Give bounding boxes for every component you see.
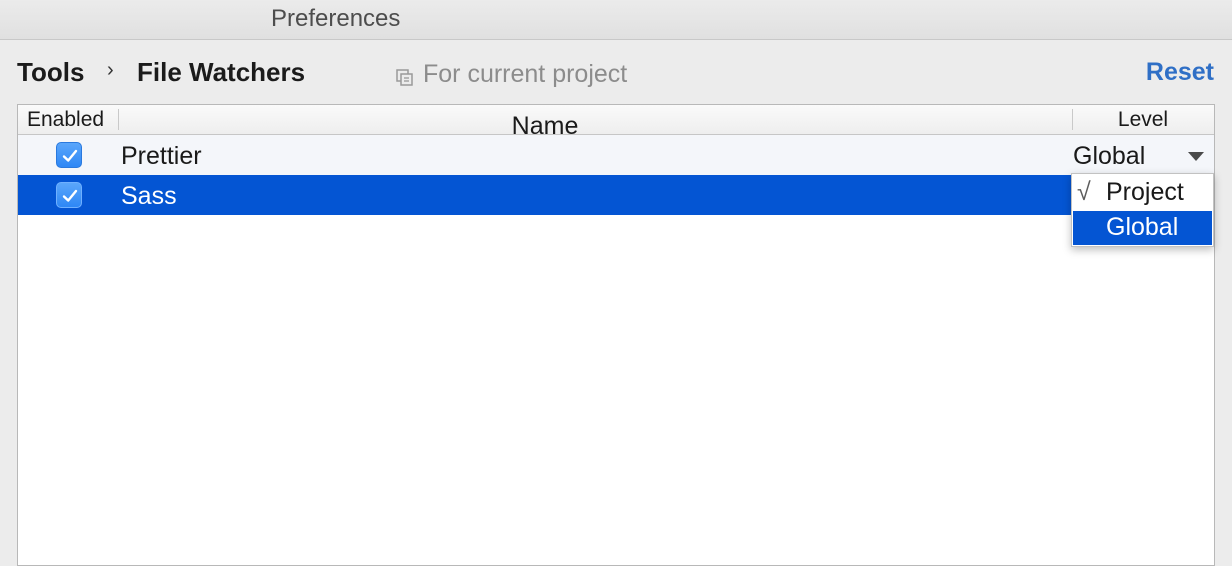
- table-row-sass[interactable]: Sass: [18, 175, 1214, 215]
- table-row-prettier[interactable]: Prettier Global: [18, 135, 1214, 175]
- window-title: Preferences: [271, 5, 401, 32]
- window-titlebar: Preferences: [0, 0, 1232, 40]
- watcher-name: Prettier: [121, 142, 202, 170]
- project-scope-icon: [396, 65, 414, 86]
- level-select-value[interactable]: Global: [1073, 142, 1145, 171]
- table-header: Enabled Name Level: [18, 105, 1214, 140]
- checkmark-icon: √: [1077, 178, 1091, 206]
- checkmark-icon: [62, 189, 78, 202]
- breadcrumb-separator: ›: [107, 59, 114, 81]
- scope-indicator: For current project: [396, 59, 627, 89]
- enabled-checkbox[interactable]: [56, 142, 82, 168]
- level-option-global[interactable]: Global: [1073, 211, 1212, 245]
- option-label: Project: [1106, 178, 1184, 206]
- watcher-name: Sass: [121, 182, 177, 210]
- preferences-header: Tools › File Watchers For current projec…: [0, 40, 1232, 104]
- dropdown-arrow-icon[interactable]: [1188, 152, 1204, 161]
- page-title: File Watchers: [137, 57, 306, 87]
- enabled-checkbox[interactable]: [56, 182, 82, 208]
- column-header-level[interactable]: Level: [1072, 108, 1214, 132]
- option-label: Global: [1106, 213, 1179, 241]
- level-dropdown-menu[interactable]: √ Project Global: [1071, 173, 1214, 247]
- scope-label: For current project: [423, 59, 628, 88]
- level-option-project[interactable]: √ Project: [1073, 176, 1212, 210]
- checkmark-icon: [62, 149, 78, 162]
- breadcrumb-tools[interactable]: Tools: [17, 57, 84, 88]
- file-watchers-table[interactable]: Enabled Name Level Prettier Global Sass: [17, 104, 1215, 566]
- reset-button[interactable]: Reset: [1146, 58, 1214, 87]
